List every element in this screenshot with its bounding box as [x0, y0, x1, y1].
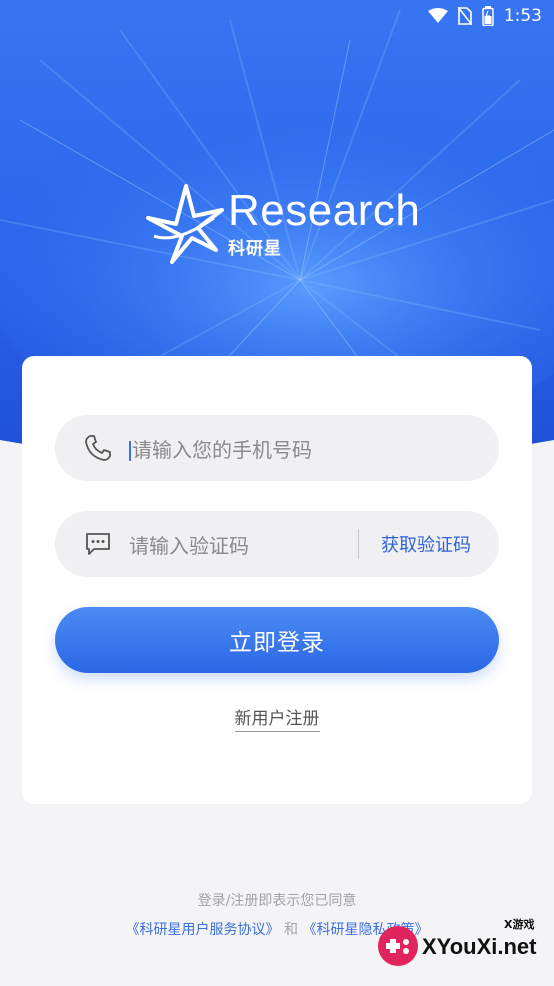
agreement-conjunction: 和: [284, 922, 298, 938]
phone-field[interactable]: 请输入您的手机号码: [55, 415, 499, 481]
phone-placeholder: 请输入您的手机号码: [132, 437, 312, 462]
no-sim-icon: [457, 7, 472, 25]
phone-input[interactable]: 请输入您的手机号码: [129, 434, 312, 463]
logo-wordmark: Research: [228, 186, 421, 235]
phone-icon: [79, 433, 117, 463]
logo-brand-name: 科研星: [228, 239, 282, 259]
status-time: 1:53: [503, 6, 542, 26]
status-bar: 1:53: [0, 0, 554, 32]
code-field[interactable]: 请输入验证码 获取验证码: [55, 511, 499, 577]
site-watermark: X游戏 XYouXi.net: [376, 916, 544, 974]
agreement-prefix: 登录/注册即表示您已同意: [197, 893, 357, 909]
brand-logo: Research 科研星: [146, 184, 420, 264]
text-cursor: [129, 441, 131, 461]
register-link[interactable]: 新用户注册: [234, 709, 320, 732]
gamepad-logo-icon: [378, 926, 418, 966]
register-row: 新用户注册: [22, 704, 532, 732]
user-agreement-link[interactable]: 《科研星用户服务协议》: [126, 922, 280, 938]
login-card: 请输入您的手机号码 请输入验证码 获取验证码 立即登录 新用户注册: [22, 356, 532, 804]
watermark-text: XYouXi.net: [422, 934, 537, 959]
battery-icon: [482, 6, 494, 26]
star-logo-icon: [146, 184, 224, 264]
wifi-icon: [427, 8, 448, 24]
code-input[interactable]: 请输入验证码: [129, 530, 249, 559]
login-button[interactable]: 立即登录: [55, 607, 499, 673]
get-code-button[interactable]: 获取验证码: [359, 531, 499, 557]
watermark-small-text: X游戏: [504, 918, 535, 931]
message-icon: [79, 529, 117, 559]
